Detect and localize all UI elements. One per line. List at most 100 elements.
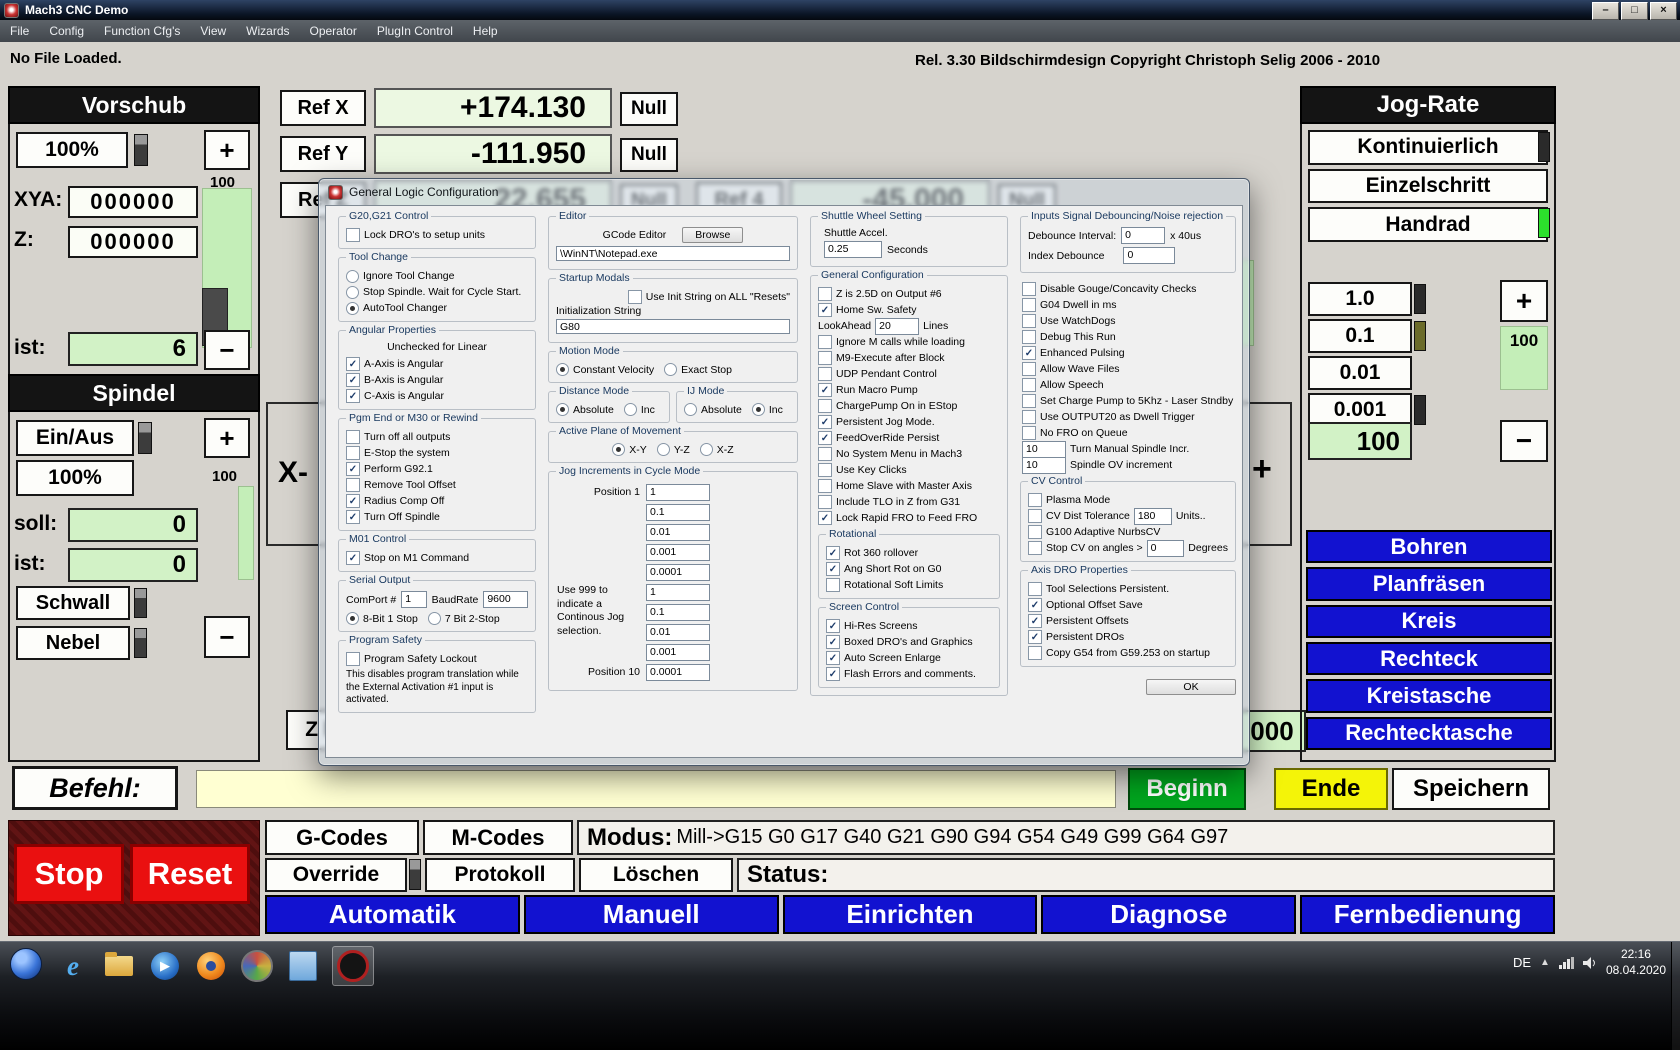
text-input-turn-manual-spindle-incr[interactable]: 10 xyxy=(1022,440,1066,458)
checkbox-row-turn-off-spindle[interactable]: ✓ Turn Off Spindle xyxy=(346,509,528,525)
cycle-kreistasche[interactable]: Kreistasche xyxy=(1306,679,1552,713)
checkbox-ang-short-rot-on-g0[interactable]: ✓ xyxy=(826,562,840,576)
checkbox-row-lock-rapid-fro-to-feed-fro[interactable]: ✓ Lock Rapid FRO to Feed FRO xyxy=(818,510,1000,526)
jog-increment-input-1[interactable]: 1 xyxy=(646,483,710,501)
baudrate-input[interactable]: 9600 xyxy=(483,591,528,608)
checkbox-rotational-soft-limits[interactable] xyxy=(826,578,840,592)
shuttle-accel-input[interactable]: 0.25 xyxy=(824,241,882,258)
jog-increment-input-10[interactable]: 0.0001 xyxy=(646,663,710,681)
checkbox-c-axis-is-angular[interactable]: ✓ xyxy=(346,389,360,403)
explorer-folder-icon[interactable] xyxy=(102,949,136,983)
checkbox-flash-errors-and-comments[interactable]: ✓ xyxy=(826,667,840,681)
radio-row-7-bit-2-stop[interactable]: 7 Bit 2-Stop xyxy=(427,611,500,626)
text-input-spindle-ov-increment[interactable]: 10 xyxy=(1022,456,1066,474)
checkbox-lock-rapid-fro-to-feed-fro[interactable]: ✓ xyxy=(818,511,832,525)
init-string-input[interactable]: G80 xyxy=(556,319,790,334)
checkbox-no-system-menu-in-mach3[interactable] xyxy=(818,447,832,461)
checkbox-row-optional-offset-save[interactable]: ✓ Optional Offset Save xyxy=(1028,597,1228,613)
checkbox-allow-wave-files[interactable] xyxy=(1022,362,1036,376)
checkbox-plasma-mode[interactable] xyxy=(1028,493,1042,507)
language-indicator[interactable]: DE xyxy=(1513,955,1531,970)
cycle-bohren[interactable]: Bohren xyxy=(1306,530,1552,564)
mach3-taskbar-button[interactable] xyxy=(332,946,374,986)
radio-inc[interactable] xyxy=(623,403,637,416)
checkbox-home-sw-safety[interactable]: ✓ xyxy=(818,303,832,317)
checkbox-row-e-stop-the-system[interactable]: E-Stop the system xyxy=(346,445,528,461)
checkbox-row-use-watchdogs[interactable]: Use WatchDogs xyxy=(1022,313,1236,329)
checkbox-row-tool-selections-persistent[interactable]: Tool Selections Persistent. xyxy=(1028,581,1228,597)
checkbox-hi-res-screens[interactable]: ✓ xyxy=(826,619,840,633)
radio-exact-stop[interactable] xyxy=(664,363,678,376)
menu-item-operator[interactable]: Operator xyxy=(300,21,367,41)
menu-item-wizards[interactable]: Wizards xyxy=(236,21,299,41)
checkbox-enhanced-pulsing[interactable]: ✓ xyxy=(1022,346,1036,360)
befehl-input[interactable] xyxy=(196,770,1116,808)
checkbox-row-ang-short-rot-on-g0[interactable]: ✓ Ang Short Rot on G0 xyxy=(826,561,992,577)
checkbox-g100-adaptive-nurbscv[interactable] xyxy=(1028,525,1042,539)
radio-row-exact-stop[interactable]: Exact Stop xyxy=(664,362,732,377)
checkbox-auto-screen-enlarge[interactable]: ✓ xyxy=(826,651,840,665)
checkbox-turn-off-all-outputs[interactable] xyxy=(346,430,360,444)
spindle-percent-button[interactable]: 100% xyxy=(16,460,134,496)
checkbox-row-g100-adaptive-nurbscv[interactable]: G100 Adaptive NurbsCV xyxy=(1028,524,1228,540)
ende-button[interactable]: Ende xyxy=(1274,768,1388,810)
close-button[interactable]: × xyxy=(1650,2,1677,20)
ok-button[interactable]: OK xyxy=(1146,679,1236,695)
radio-row-constant-velocity[interactable]: Constant Velocity xyxy=(556,362,654,377)
schwall-indicator[interactable] xyxy=(134,588,147,618)
checkbox-persistent-dros[interactable]: ✓ xyxy=(1028,630,1042,644)
firefox-icon[interactable] xyxy=(194,949,228,983)
checkbox-row-flash-errors-and-comments[interactable]: ✓ Flash Errors and comments. xyxy=(826,666,992,682)
radio-row-x-z[interactable]: X-Z xyxy=(699,442,734,457)
checkbox-row-persistent-dros[interactable]: ✓ Persistent DROs xyxy=(1028,629,1228,645)
feed-percent-button[interactable]: 100% xyxy=(16,132,128,168)
radio-x-y[interactable] xyxy=(612,443,626,456)
cycle-rechteck[interactable]: Rechteck xyxy=(1306,641,1552,676)
checkbox-row-allow-wave-files[interactable]: Allow Wave Files xyxy=(1022,361,1236,377)
checkbox-ignore-m-calls-while-loading[interactable] xyxy=(818,335,832,349)
checkbox-a-axis-is-angular[interactable]: ✓ xyxy=(346,357,360,371)
checkbox-set-charge-pump-to-5khz-laser-stndby[interactable] xyxy=(1022,394,1036,408)
checkbox-row-home-slave-with-master-axis[interactable]: Home Slave with Master Axis xyxy=(818,478,1000,494)
checkbox-b-axis-is-angular[interactable]: ✓ xyxy=(346,373,360,387)
jog-mode-einzelschritt[interactable]: Einzelschritt xyxy=(1308,168,1548,204)
minimize-button[interactable]: – xyxy=(1592,2,1619,20)
nebel-button[interactable]: Nebel xyxy=(16,626,130,660)
ref-y-button[interactable]: Ref Y xyxy=(280,136,366,172)
checkbox-use-key-clicks[interactable] xyxy=(818,463,832,477)
jog-increment-input-3[interactable]: 0.01 xyxy=(646,523,710,541)
checkbox-row-allow-speech[interactable]: Allow Speech xyxy=(1022,377,1236,393)
radio-row-absolute[interactable]: Absolute xyxy=(556,402,614,417)
checkbox-row-turn-off-all-outputs[interactable]: Turn off all outputs xyxy=(346,429,528,445)
checkbox-row-debug-this-run[interactable]: Debug This Run xyxy=(1022,329,1236,345)
gcodes-button[interactable]: G-Codes xyxy=(265,820,419,855)
checkbox-m9-execute-after-block[interactable] xyxy=(818,351,832,365)
menu-item-file[interactable]: File xyxy=(0,21,39,41)
checkbox-debug-this-run[interactable] xyxy=(1022,330,1036,344)
checkbox-chargepump-on-in-estop[interactable] xyxy=(818,399,832,413)
radio-row-inc[interactable]: Inc xyxy=(751,402,783,417)
checkbox-include-tlo-in-z-from-g31[interactable] xyxy=(818,495,832,509)
media-player-icon[interactable]: ▶ xyxy=(148,949,182,983)
document-app-icon[interactable] xyxy=(286,949,320,983)
checkbox-lock-dro-s-to-setup-units[interactable] xyxy=(346,228,360,242)
speaker-icon[interactable] xyxy=(1582,956,1597,969)
checkbox-row-b-axis-is-angular[interactable]: ✓ B-Axis is Angular xyxy=(346,372,528,388)
cycle-kreis[interactable]: Kreis xyxy=(1306,604,1552,638)
nav-einrichten[interactable]: Einrichten xyxy=(782,895,1038,934)
checkbox-row-feedoverride-persist[interactable]: ✓ FeedOverRide Persist xyxy=(818,430,1000,446)
checkbox-stop-on-m1-command[interactable]: ✓ xyxy=(346,551,360,565)
checkbox-no-fro-on-queue[interactable] xyxy=(1022,426,1036,440)
checkbox-row-chargepump-on-in-estop[interactable]: ChargePump On in EStop xyxy=(818,398,1000,414)
checkbox-feedoverride-persist[interactable]: ✓ xyxy=(818,431,832,445)
radio-row-inc[interactable]: Inc xyxy=(623,402,655,417)
checkbox-rot-360-rollover[interactable]: ✓ xyxy=(826,546,840,560)
checkbox-perform-g92-1[interactable]: ✓ xyxy=(346,462,360,476)
cycle-planfr-sen[interactable]: Planfräsen xyxy=(1306,567,1552,601)
checkbox-row-persistent-offsets[interactable]: ✓ Persistent Offsets xyxy=(1028,613,1228,629)
mcodes-button[interactable]: M-Codes xyxy=(423,820,573,855)
checkbox-row-a-axis-is-angular[interactable]: ✓ A-Axis is Angular xyxy=(346,356,528,372)
jog-increment-input-7[interactable]: 0.1 xyxy=(646,603,710,621)
paint-palette-icon[interactable] xyxy=(240,949,274,983)
feed-slider[interactable] xyxy=(134,134,148,166)
